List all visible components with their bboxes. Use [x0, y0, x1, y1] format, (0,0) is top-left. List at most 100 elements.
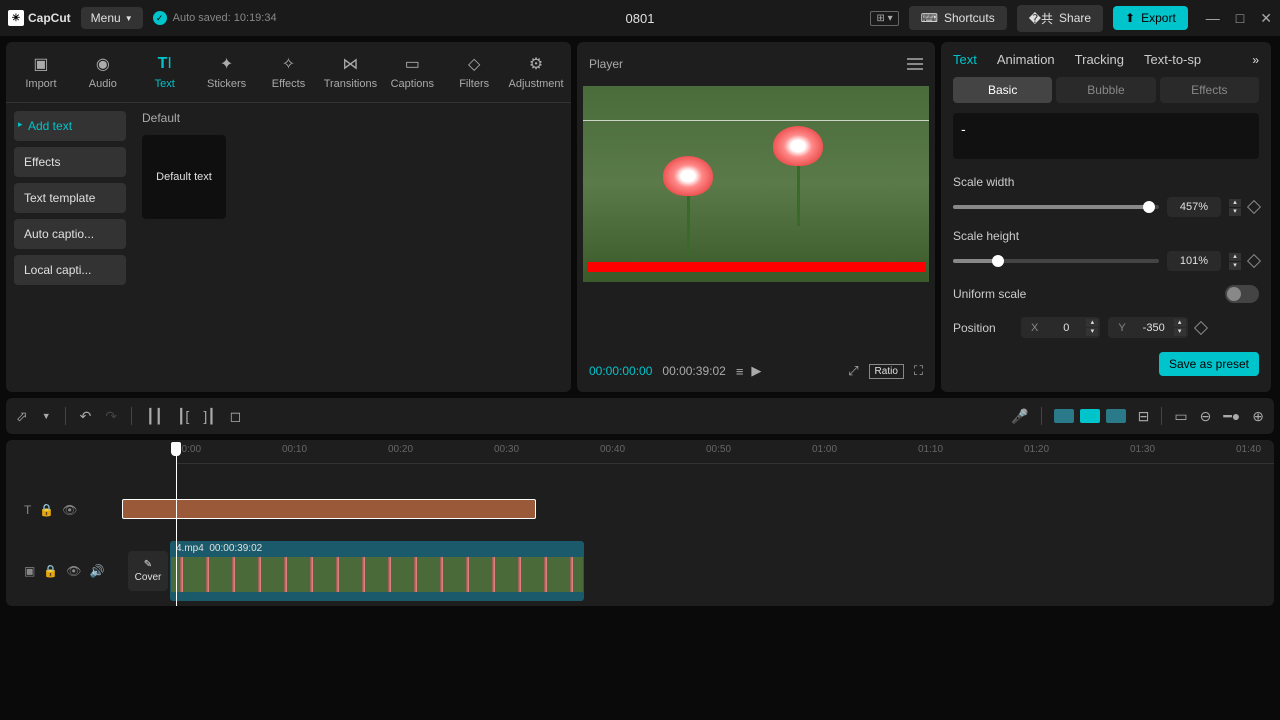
save-preset-button[interactable]: Save as preset [1159, 352, 1259, 376]
timeline: 00:00 00:10 00:20 00:30 00:40 00:50 01:0… [6, 440, 1274, 606]
chevron-down-icon[interactable]: ▼ [42, 411, 51, 421]
inspector-tab-tracking[interactable]: Tracking [1075, 52, 1124, 67]
maximize-button[interactable]: □ [1236, 10, 1244, 27]
shortcuts-button[interactable]: ⌨ Shortcuts [909, 6, 1007, 30]
sidebar-text-template[interactable]: Text template [14, 183, 126, 213]
stickers-icon: ✦ [217, 54, 237, 74]
video-track-icon: ▣ [24, 564, 35, 578]
sidebar-auto-captions[interactable]: Auto captio... [14, 219, 126, 249]
scale-width-label: Scale width [953, 175, 1259, 189]
scale-width-slider[interactable] [953, 205, 1159, 209]
zoom-out-icon[interactable]: ⊖ [1200, 408, 1212, 425]
share-icon: �共 [1029, 10, 1053, 27]
text-clip[interactable] [122, 499, 536, 519]
prev-frame-icon[interactable]: ≡ [736, 364, 742, 379]
tab-transitions[interactable]: ⋈Transitions [319, 50, 381, 94]
snap-mode-3[interactable] [1106, 409, 1126, 423]
tab-import[interactable]: ▣Import [10, 50, 72, 94]
sidebar-add-text[interactable]: Add text [14, 111, 126, 141]
trim-right-icon[interactable]: ]┃ [203, 408, 215, 425]
text-element-overlay[interactable] [587, 262, 925, 272]
position-y-input[interactable]: Y -350 ▴▾ [1108, 317, 1187, 338]
subtab-basic[interactable]: Basic [953, 77, 1052, 103]
align-icon[interactable]: ⊟ [1138, 408, 1150, 425]
position-label: Position [953, 321, 1013, 335]
lock-icon[interactable]: 🔒 [39, 503, 54, 517]
text-input[interactable]: - [953, 113, 1259, 159]
keyframe-icon[interactable] [1247, 254, 1261, 268]
snap-mode-1[interactable] [1054, 409, 1074, 423]
filters-icon: ◇ [464, 54, 484, 74]
uniform-scale-label: Uniform scale [953, 287, 1026, 301]
scale-height-value[interactable]: 101% [1167, 251, 1221, 271]
text-track-icon: T [24, 503, 31, 517]
player-menu-icon[interactable] [907, 58, 923, 70]
undo-button[interactable]: ↶ [80, 408, 92, 425]
preview-content [663, 156, 723, 206]
preview-icon[interactable]: ▭ [1174, 408, 1187, 425]
video-clip[interactable]: 4.mp4 00:00:39:02 [170, 541, 584, 601]
timeline-ruler[interactable]: 00:00 00:10 00:20 00:30 00:40 00:50 01:0… [176, 440, 1274, 464]
ratio-button[interactable]: Ratio [869, 364, 904, 379]
menu-button[interactable]: Menu▼ [81, 7, 143, 29]
default-text-card[interactable]: Default text [142, 135, 226, 219]
uniform-scale-toggle[interactable] [1225, 285, 1259, 303]
lock-icon[interactable]: 🔒 [43, 564, 58, 578]
tab-audio[interactable]: ◉Audio [72, 50, 134, 94]
tab-text[interactable]: TIText [134, 50, 196, 94]
playhead[interactable] [176, 442, 177, 606]
guide-line [583, 120, 929, 121]
subtab-effects[interactable]: Effects [1160, 77, 1259, 103]
fullscreen-icon[interactable]: ⛶ [914, 363, 923, 379]
more-tabs-icon[interactable]: » [1252, 53, 1259, 67]
tab-adjustment[interactable]: ⚙Adjustment [505, 50, 567, 94]
redo-button[interactable]: ↷ [105, 408, 117, 425]
inspector-tab-text[interactable]: Text [953, 52, 977, 67]
inspector-tab-animation[interactable]: Animation [997, 52, 1055, 67]
sidebar-local-captions[interactable]: Local capti... [14, 255, 126, 285]
inspector-tab-tts[interactable]: Text-to-sp [1144, 52, 1201, 67]
eye-icon[interactable]: 👁 [66, 564, 81, 578]
minimize-button[interactable]: — [1206, 10, 1220, 27]
audio-icon: ◉ [93, 54, 113, 74]
scale-width-stepper[interactable]: ▴▾ [1229, 199, 1241, 216]
zoom-slider[interactable]: ━● [1223, 408, 1240, 425]
sidebar-effects[interactable]: Effects [14, 147, 126, 177]
mic-icon[interactable]: 🎤 [1011, 408, 1028, 425]
player-title: Player [589, 57, 623, 71]
scale-icon[interactable]: ⤢ [848, 363, 858, 379]
eye-icon[interactable]: 👁 [62, 503, 77, 517]
share-button[interactable]: �共 Share [1017, 5, 1103, 32]
split-icon[interactable]: ┃┃ [146, 408, 163, 425]
position-x-input[interactable]: X 0 ▴▾ [1021, 317, 1100, 338]
scale-width-value[interactable]: 457% [1167, 197, 1221, 217]
tab-captions[interactable]: ▭Captions [381, 50, 443, 94]
speaker-icon[interactable]: 🔊 [90, 564, 105, 578]
tab-stickers[interactable]: ✦Stickers [196, 50, 258, 94]
subtab-bubble[interactable]: Bubble [1056, 77, 1155, 103]
effects-icon: ✧ [279, 54, 299, 74]
scale-height-slider[interactable] [953, 259, 1159, 263]
layout-icon[interactable]: ⊞ ▾ [870, 11, 898, 26]
keyframe-icon[interactable] [1247, 200, 1261, 214]
snap-mode-2[interactable] [1080, 409, 1100, 423]
tool-tabs: ▣Import ◉Audio TIText ✦Stickers ✧Effects… [6, 42, 571, 103]
scale-height-stepper[interactable]: ▴▾ [1229, 253, 1241, 270]
zoom-fit-icon[interactable]: ⊕ [1252, 408, 1264, 425]
export-button[interactable]: ⬆ Export [1113, 6, 1188, 30]
cover-button[interactable]: ✎ Cover [128, 551, 168, 591]
pointer-icon[interactable]: ⬀ [16, 408, 28, 425]
keyframe-icon[interactable] [1194, 320, 1208, 334]
crop-icon[interactable]: ◻ [230, 408, 242, 425]
play-button[interactable]: ▶ [751, 363, 761, 379]
tab-effects[interactable]: ✧Effects [258, 50, 320, 94]
player-canvas[interactable] [583, 86, 929, 282]
tab-filters[interactable]: ◇Filters [443, 50, 505, 94]
keyboard-icon: ⌨ [921, 11, 938, 25]
export-icon: ⬆ [1125, 11, 1135, 25]
app-logo: ✳ CapCut [8, 10, 71, 26]
trim-left-icon[interactable]: ┃[ [177, 408, 189, 425]
text-sidebar: Add text Effects Text template Auto capt… [6, 103, 134, 392]
close-button[interactable]: ✕ [1260, 10, 1272, 27]
media-panel: ▣Import ◉Audio TIText ✦Stickers ✧Effects… [6, 42, 571, 392]
